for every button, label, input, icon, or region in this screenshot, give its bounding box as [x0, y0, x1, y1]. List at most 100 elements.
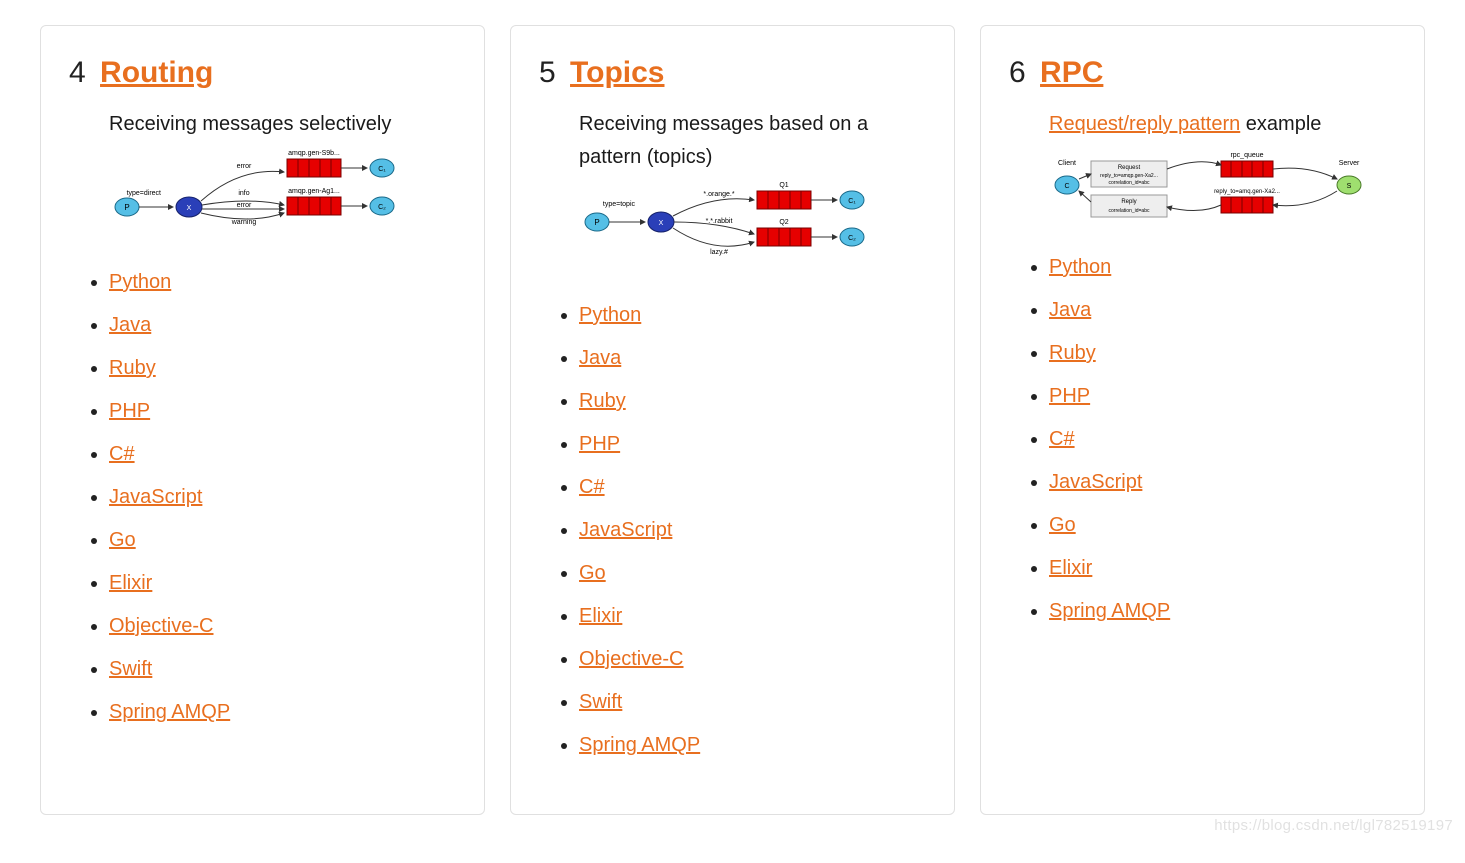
lang-link[interactable]: Objective-C: [579, 648, 683, 670]
svg-text:C₂: C₂: [848, 235, 856, 242]
svg-text:C₁: C₁: [848, 198, 856, 205]
svg-text:rpc_queue: rpc_queue: [1230, 152, 1263, 159]
lang-link[interactable]: Elixir: [109, 572, 152, 594]
svg-text:X: X: [187, 205, 192, 212]
lang-link[interactable]: Ruby: [579, 390, 626, 412]
lang-link[interactable]: Go: [109, 529, 136, 551]
svg-text:Q1: Q1: [779, 182, 788, 189]
routing-diagram: P X type=direct error info error warning…: [109, 147, 456, 247]
list-item: Elixir: [109, 562, 456, 605]
lang-link[interactable]: Swift: [579, 691, 622, 713]
lang-link[interactable]: C#: [579, 476, 605, 498]
list-item: Go: [1049, 504, 1396, 547]
lang-link[interactable]: PHP: [1049, 385, 1090, 407]
card-title: 6 RPC: [1009, 56, 1396, 90]
card-title-link[interactable]: Topics: [570, 56, 664, 89]
list-item: PHP: [579, 423, 926, 466]
lang-link[interactable]: Elixir: [1049, 557, 1092, 579]
lang-link[interactable]: Spring AMQP: [579, 734, 700, 756]
desc-after: example: [1240, 113, 1321, 135]
lang-link[interactable]: Ruby: [109, 357, 156, 379]
card-title-link[interactable]: RPC: [1040, 56, 1103, 89]
svg-text:amqp.gen-S9b...: amqp.gen-S9b...: [288, 150, 340, 157]
lang-list: Python Java Ruby PHP C# JavaScript Go El…: [557, 294, 926, 767]
lang-link[interactable]: Elixir: [579, 605, 622, 627]
card-routing: 4 Routing Receiving messages selectively…: [40, 25, 485, 815]
desc-link[interactable]: Request/reply pattern: [1049, 113, 1240, 135]
svg-text:lazy.#: lazy.#: [710, 249, 728, 256]
lang-link[interactable]: JavaScript: [579, 519, 672, 541]
lang-link[interactable]: Ruby: [1049, 342, 1096, 364]
lang-link[interactable]: Go: [1049, 514, 1076, 536]
lang-link[interactable]: Java: [579, 347, 621, 369]
tutorial-cards-row: 4 Routing Receiving messages selectively…: [40, 25, 1425, 815]
svg-text:Request: Request: [1118, 165, 1141, 171]
list-item: Elixir: [579, 595, 926, 638]
lang-link[interactable]: Spring AMQP: [1049, 600, 1170, 622]
lang-link[interactable]: Spring AMQP: [109, 701, 230, 723]
topics-diagram: P X type=topic *.orange.* *.*.rabbit laz…: [579, 180, 926, 280]
svg-text:C₂: C₂: [378, 204, 386, 211]
lang-link[interactable]: Objective-C: [109, 615, 213, 637]
list-item: C#: [1049, 418, 1396, 461]
list-item: JavaScript: [109, 476, 456, 519]
svg-text:*.orange.*: *.orange.*: [703, 191, 734, 198]
list-item: C#: [579, 466, 926, 509]
lang-link[interactable]: JavaScript: [109, 486, 202, 508]
list-item: Python: [109, 261, 456, 304]
svg-text:error: error: [237, 163, 252, 170]
list-item: Objective-C: [579, 638, 926, 681]
list-item: Elixir: [1049, 547, 1396, 590]
list-item: JavaScript: [1049, 461, 1396, 504]
list-item: Spring AMQP: [109, 691, 456, 734]
list-item: PHP: [109, 390, 456, 433]
lang-list: Python Java Ruby PHP C# JavaScript Go El…: [87, 261, 456, 734]
lang-link[interactable]: JavaScript: [1049, 471, 1142, 493]
watermark: https://blog.csdn.net/lgl782519197: [1214, 817, 1453, 834]
svg-text:Server: Server: [1339, 160, 1360, 167]
svg-text:reply_to=amq.gen-Xa2...: reply_to=amq.gen-Xa2...: [1214, 189, 1280, 195]
lang-link[interactable]: Python: [1049, 256, 1111, 278]
lang-link[interactable]: Swift: [109, 658, 152, 680]
rpc-diagram: Client C Request reply_to=amqp.gen-Xa2..…: [1049, 147, 1396, 232]
card-rpc: 6 RPC Request/reply pattern example Clie…: [980, 25, 1425, 815]
lang-link[interactable]: Python: [579, 304, 641, 326]
list-item: Objective-C: [109, 605, 456, 648]
svg-text:reply_to=amqp.gen-Xa2...: reply_to=amqp.gen-Xa2...: [1100, 173, 1158, 179]
svg-text:S: S: [1347, 183, 1352, 190]
list-item: Spring AMQP: [579, 724, 926, 767]
svg-text:error: error: [237, 202, 252, 209]
card-description: Request/reply pattern example: [1049, 108, 1396, 141]
svg-text:C: C: [1064, 183, 1069, 190]
lang-link[interactable]: C#: [1049, 428, 1075, 450]
lang-link[interactable]: Python: [109, 271, 171, 293]
card-title-link[interactable]: Routing: [100, 56, 213, 89]
svg-text:P: P: [594, 218, 599, 227]
card-description: Receiving messages based on a pattern (t…: [579, 108, 926, 174]
list-item: Spring AMQP: [1049, 590, 1396, 633]
lang-list: Python Java Ruby PHP C# JavaScript Go El…: [1027, 246, 1396, 633]
list-item: PHP: [1049, 375, 1396, 418]
lang-link[interactable]: Java: [1049, 299, 1091, 321]
list-item: JavaScript: [579, 509, 926, 552]
svg-text:Client: Client: [1058, 160, 1076, 167]
card-topics: 5 Topics Receiving messages based on a p…: [510, 25, 955, 815]
list-item: Ruby: [579, 380, 926, 423]
list-item: Java: [579, 337, 926, 380]
card-number: 4: [69, 56, 86, 89]
lang-link[interactable]: PHP: [579, 433, 620, 455]
svg-text:warning: warning: [231, 219, 257, 226]
list-item: Java: [109, 304, 456, 347]
lang-link[interactable]: Go: [579, 562, 606, 584]
svg-text:type=topic: type=topic: [603, 201, 636, 208]
svg-text:amqp.gen-Ag1...: amqp.gen-Ag1...: [288, 188, 340, 195]
list-item: C#: [109, 433, 456, 476]
svg-text:Reply: Reply: [1121, 199, 1136, 205]
svg-text:P: P: [124, 203, 129, 212]
lang-link[interactable]: PHP: [109, 400, 150, 422]
card-title: 5 Topics: [539, 56, 926, 90]
list-item: Java: [1049, 289, 1396, 332]
lang-link[interactable]: Java: [109, 314, 151, 336]
lang-link[interactable]: C#: [109, 443, 135, 465]
card-number: 5: [539, 56, 556, 89]
